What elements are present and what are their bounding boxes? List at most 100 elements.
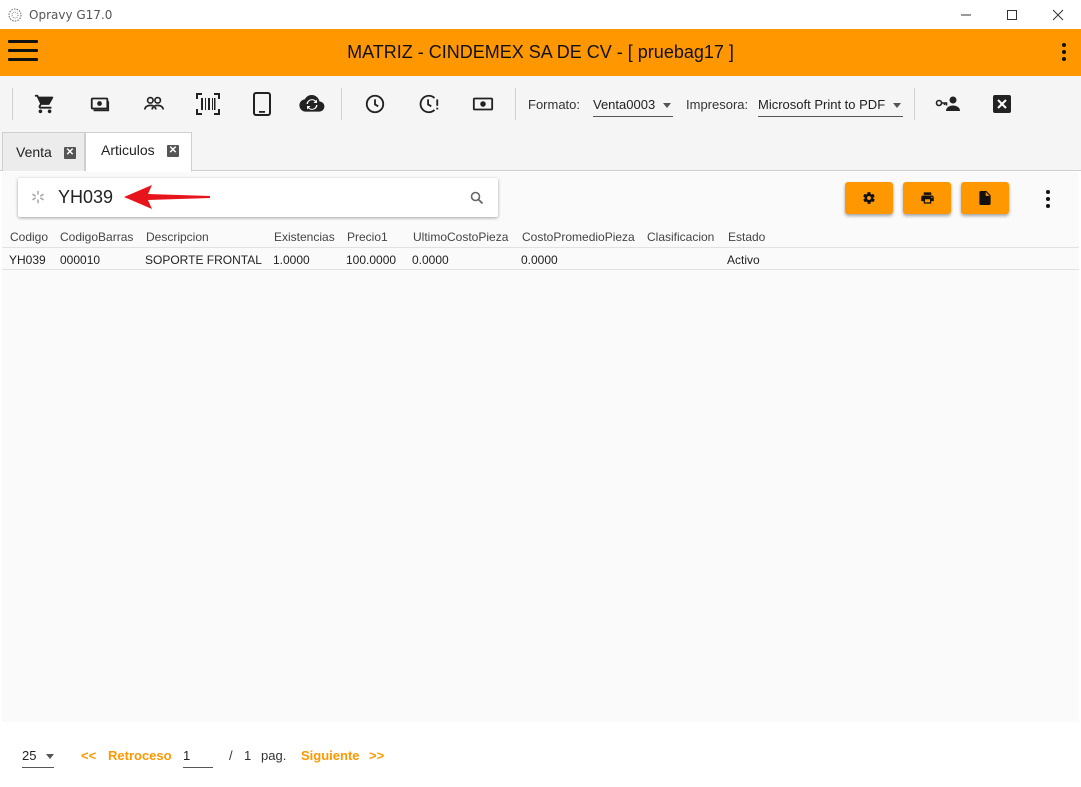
prev-page-link[interactable]: Retroceso [108, 748, 172, 763]
cart-icon [34, 94, 54, 114]
user-key-button[interactable] [934, 90, 962, 118]
maximize-button[interactable] [989, 0, 1035, 29]
next-arrows-link[interactable]: >> [369, 748, 384, 763]
prev-arrows-link[interactable]: << [81, 748, 96, 763]
cash-box-button[interactable] [469, 90, 497, 118]
settings-button[interactable] [845, 182, 893, 214]
search-input[interactable]: YH039 [58, 187, 113, 208]
loading-spinner-icon [32, 190, 44, 204]
formato-value: Venta0003 [593, 97, 656, 112]
cash-box-icon [472, 97, 494, 111]
table-row[interactable]: YH039 000010 SOPORTE FRONTAL 1.0000 100.… [2, 248, 1079, 270]
more-vert-icon [1046, 190, 1050, 194]
column-header[interactable]: Existencias [274, 230, 335, 244]
toolbar-divider [12, 88, 13, 120]
clock-icon [365, 94, 385, 114]
table-header-row: Codigo CodigoBarras Descripcion Existenc… [2, 226, 1079, 248]
clock-alert-icon [419, 94, 439, 114]
toolbar-divider [341, 88, 342, 120]
tab-close-icon[interactable]: ✕ [167, 145, 179, 157]
tab-articulos-label: Articulos [101, 142, 155, 158]
tab-venta[interactable]: Venta ✕ [2, 132, 85, 171]
gear-icon [863, 192, 875, 204]
cell-codigo-barras: 000010 [60, 253, 101, 267]
chevron-down-icon [893, 103, 901, 108]
column-header[interactable]: Descripcion [146, 230, 209, 244]
header-more-menu-button[interactable] [1061, 43, 1067, 63]
toolbar-divider [515, 88, 516, 120]
impresora-value: Microsoft Print to PDF [758, 97, 886, 112]
impresora-select[interactable]: Microsoft Print to PDF [758, 95, 903, 117]
barcode-icon [196, 93, 220, 115]
window-titlebar: Opravy G17.0 [0, 0, 1081, 29]
articulos-panel: YH039 Codigo CodigoBarras Descripcion Ex… [2, 172, 1079, 722]
app-logo-icon [8, 8, 22, 21]
pending-button[interactable] [415, 90, 443, 118]
cloud-sync-button[interactable] [298, 90, 326, 118]
red-arrow-annotation [124, 185, 210, 209]
page-separator: / [229, 748, 233, 763]
cell-codigo: YH039 [9, 253, 46, 267]
user-key-icon [935, 96, 960, 111]
document-icon [979, 191, 991, 205]
more-vert-icon [1062, 43, 1066, 47]
total-pages: 1 [244, 748, 252, 763]
tab-articulos[interactable]: Articulos ✕ [85, 132, 192, 172]
minimize-button[interactable] [943, 0, 989, 29]
cell-ultimo-costo: 0.0000 [412, 253, 449, 267]
page-size-select[interactable]: 25 [22, 746, 54, 768]
export-document-button[interactable] [961, 182, 1009, 214]
app-title: MATRIZ - CINDEMEX SA DE CV - [ pruebag17… [347, 42, 734, 62]
cell-costo-promedio: 0.0000 [521, 253, 558, 267]
column-header[interactable]: Clasificacion [647, 230, 714, 244]
pag-label: pag. [261, 748, 287, 763]
cash-button[interactable] [86, 90, 114, 118]
cell-existencias: 1.0000 [273, 253, 310, 267]
panel-more-menu-button[interactable] [1045, 190, 1051, 210]
column-header[interactable]: Precio1 [347, 230, 388, 244]
tab-venta-label: Venta [16, 144, 52, 160]
impresora-label: Impresora: [686, 97, 749, 112]
column-header[interactable]: CodigoBarras [60, 230, 133, 244]
window-controls [943, 0, 1081, 29]
history-button[interactable] [361, 90, 389, 118]
column-header[interactable]: UltimoCostoPieza [413, 230, 508, 244]
close-icon [1052, 9, 1064, 20]
cell-precio1: 100.0000 [346, 253, 397, 267]
formato-select[interactable]: Venta0003 [593, 95, 673, 117]
barcode-button[interactable] [194, 90, 222, 118]
column-header[interactable]: Estado [728, 230, 765, 244]
close-window-button[interactable] [1035, 0, 1081, 29]
clients-button[interactable] [140, 90, 168, 118]
cart-button[interactable] [31, 90, 59, 118]
window-title: Opravy G17.0 [29, 7, 113, 22]
column-header[interactable]: CostoPromedioPieza [522, 230, 635, 244]
people-icon [144, 96, 164, 110]
formato-label: Formato: [528, 97, 581, 112]
tablet-button[interactable] [248, 90, 276, 118]
more-vert-icon-dot [1046, 204, 1050, 208]
more-vert-icon-dot [1046, 197, 1050, 201]
page-number-value: 1 [183, 748, 191, 763]
minimize-icon [961, 14, 971, 15]
close-box-icon [993, 95, 1011, 113]
column-header[interactable]: Codigo [10, 230, 48, 244]
cash-icon [90, 97, 110, 112]
next-page-link[interactable]: Siguiente [301, 748, 360, 763]
toolbar: Formato: Venta0003 Impresora: Microsoft … [0, 76, 1081, 132]
print-button[interactable] [903, 182, 951, 214]
articulos-table: Codigo CodigoBarras Descripcion Existenc… [2, 226, 1079, 270]
pagination-bar: 25 << Retroceso 1 / 1 pag. Siguiente >> [0, 722, 1081, 787]
page-number-input[interactable]: 1 [183, 746, 213, 768]
cell-estado: Activo [727, 253, 760, 267]
toolbar-divider [914, 88, 915, 120]
search-box[interactable]: YH039 [18, 178, 498, 217]
close-tab-toolbar-button[interactable] [988, 90, 1016, 118]
search-icon[interactable] [470, 191, 484, 205]
cell-descripcion: SOPORTE FRONTAL [145, 253, 262, 267]
tab-close-icon[interactable]: ✕ [64, 147, 76, 159]
maximize-icon [1007, 9, 1017, 20]
printer-icon [920, 192, 934, 204]
app-header: MATRIZ - CINDEMEX SA DE CV - [ pruebag17… [0, 29, 1081, 76]
more-vert-icon-dot [1062, 57, 1066, 61]
